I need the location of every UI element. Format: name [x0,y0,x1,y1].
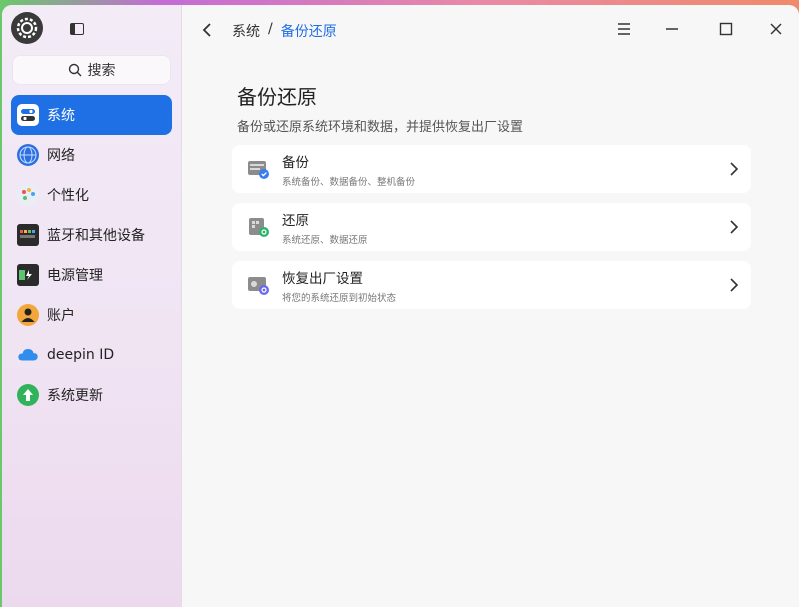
content-area: 备份还原 备份或还原系统环境和数据，并提供恢复出厂设置 备份 系统备份、数据备份… [232,81,751,309]
main-panel: 系统 / 备份还原 备份还原 备份或还原系统环境和数据，并提供恢复出厂设置 备份… [182,5,799,607]
sidebar-item-label: deepin ID [47,347,115,363]
sidebar-nav: 系统 网络 个性化 蓝牙和其他设备 电源管理 账户 deepin ID 系统更新 [2,95,181,415]
sidebar-item-label: 个性化 [47,188,89,204]
sidebar: 搜索 系统 网络 个性化 蓝牙和其他设备 电源管理 账户 deepin ID 系… [2,5,182,607]
sidebar-item-updates[interactable]: 系统更新 [11,375,172,415]
search-icon [68,63,81,77]
minimize-icon[interactable] [662,19,682,39]
card-desc: 系统还原、数据还原 [282,234,368,246]
close-icon[interactable] [766,19,786,39]
battery-icon [17,264,39,286]
palette-icon [17,184,39,206]
page-title: 备份还原 [237,85,317,109]
backup-disk-icon [246,157,270,181]
sidebar-item-label: 网络 [47,148,75,164]
menu-icon[interactable] [614,19,634,39]
breadcrumb-current: 备份还原 [280,24,337,40]
card-title: 还原 [282,212,309,229]
bluetooth-devices-icon [17,224,39,246]
sidebar-item-system[interactable]: 系统 [11,95,172,135]
sidebar-item-label: 系统更新 [47,388,103,404]
page-subtitle: 备份或还原系统环境和数据，并提供恢复出厂设置 [237,120,524,135]
card-title: 恢复出厂设置 [282,270,363,287]
sidebar-item-label: 系统 [47,108,75,124]
cloud-icon [17,344,39,366]
chevron-right-icon [730,162,739,176]
sidebar-item-personalization[interactable]: 个性化 [11,175,172,215]
breadcrumb-parent[interactable]: 系统 [232,21,260,41]
breadcrumb: 系统 / 备份还原 [232,21,337,41]
sidebar-item-label: 电源管理 [47,268,103,284]
sidebar-item-deepin-id[interactable]: deepin ID [11,335,172,375]
sidebar-item-power[interactable]: 电源管理 [11,255,172,295]
back-chevron-icon[interactable] [202,22,212,42]
network-globe-icon [17,144,39,166]
sidebar-item-label: 蓝牙和其他设备 [47,228,145,244]
settings-window: 搜索 系统 网络 个性化 蓝牙和其他设备 电源管理 账户 deepin ID 系… [2,5,799,607]
backup-card[interactable]: 备份 系统备份、数据备份、整机备份 [232,145,751,193]
search-label: 搜索 [87,63,116,79]
breadcrumb-separator: / [268,21,273,37]
titlebar: 系统 / 备份还原 [182,5,799,55]
card-desc: 将您的系统还原到初始状态 [282,292,397,304]
sidebar-item-accounts[interactable]: 账户 [11,295,172,335]
update-gear-icon [17,384,39,406]
factory-reset-card[interactable]: 恢复出厂设置 将您的系统还原到初始状态 [232,261,751,309]
settings-app-icon[interactable] [11,12,43,44]
maximize-icon[interactable] [716,19,736,39]
chevron-right-icon [730,278,739,292]
sidebar-item-network[interactable]: 网络 [11,135,172,175]
restore-disk-icon [246,215,270,239]
card-desc: 系统备份、数据备份、整机备份 [282,176,416,188]
card-title: 备份 [282,154,309,171]
sidebar-toggle-icon[interactable] [70,23,84,35]
sidebar-item-bluetooth[interactable]: 蓝牙和其他设备 [11,215,172,255]
sidebar-item-label: 账户 [47,308,75,324]
sidebar-header [2,5,181,51]
restore-card[interactable]: 还原 系统还原、数据还原 [232,203,751,251]
factory-reset-disk-icon [246,273,270,297]
system-icon [17,104,39,126]
search-box[interactable]: 搜索 [12,55,171,85]
chevron-right-icon [730,220,739,234]
user-account-icon [17,304,39,326]
